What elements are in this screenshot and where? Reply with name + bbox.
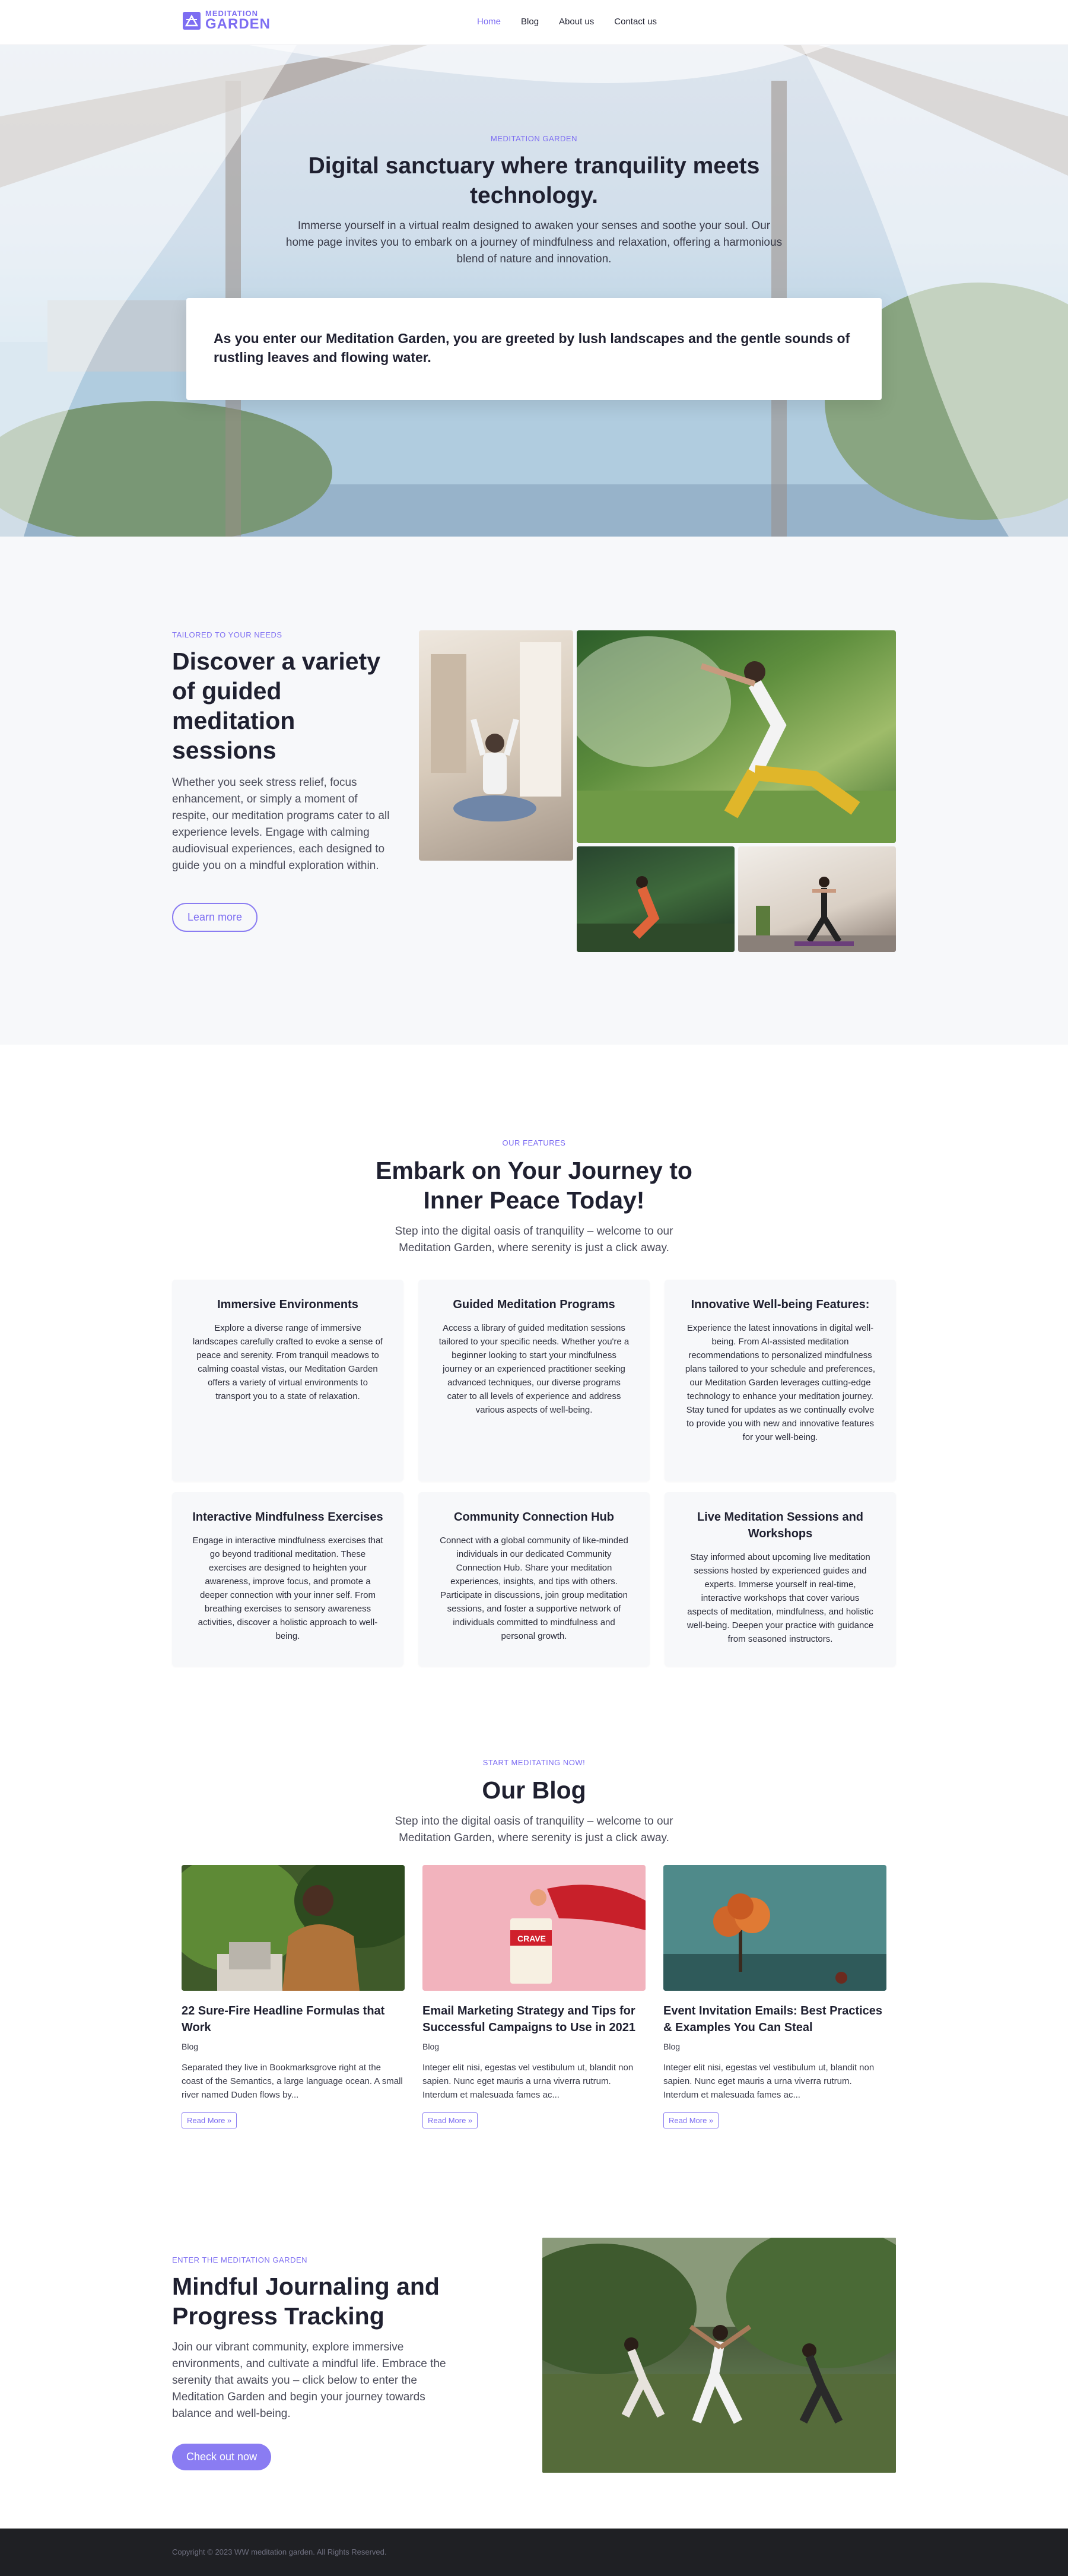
feature-card: Community Connection Hub Connect with a … — [418, 1492, 650, 1667]
blog-card-excerpt: Separated they live in Bookmarksgrove ri… — [182, 2063, 403, 2100]
feature-card-title: Innovative Well-being Features: — [691, 1298, 870, 1311]
blog-card: 22 Sure-Fire Headline Formulas that Work… — [182, 1865, 405, 2128]
blog-card-image[interactable]: CRAVE — [422, 1865, 646, 1991]
blog-card-image[interactable] — [182, 1865, 405, 1991]
features-header: OUR FEATURES Embark on Your Journey to I… — [0, 1138, 1068, 1257]
blog-card-excerpt: Integer elit nisi, egestas vel vestibulu… — [422, 2063, 634, 2100]
journaling-body: Join our vibrant community, explore imme… — [172, 2341, 446, 2420]
feature-card-body: Engage in interactive mindfulness exerci… — [192, 1536, 383, 1641]
sessions-text: TAILORED TO YOUR NEEDS Discover a variet… — [172, 630, 398, 932]
hero-text: MEDITATION GARDEN Digital sanctuary wher… — [0, 134, 1068, 268]
top-navigation: MEDITATION GARDEN Home Blog About us Con… — [0, 0, 1068, 45]
site-logo[interactable]: MEDITATION GARDEN — [183, 9, 271, 31]
blog-card-category[interactable]: Blog — [663, 2042, 886, 2051]
group-yoga-photo — [542, 2238, 896, 2473]
journaling-section: ENTER THE MEDITATION GARDEN Mindful Jour… — [0, 2137, 1068, 2529]
feature-card-title: Immersive Environments — [217, 1298, 358, 1311]
feature-card-title: Guided Meditation Programs — [453, 1298, 615, 1311]
blog-card-title[interactable]: Email Marketing Strategy and Tips for Su… — [422, 2003, 646, 2036]
sessions-body: Whether you seek stress relief, focus en… — [172, 776, 390, 872]
read-more-button[interactable]: Read More » — [422, 2112, 478, 2128]
blog-section: START MEDITATING NOW! Our Blog Step into… — [0, 1698, 1068, 2137]
blog-header: START MEDITATING NOW! Our Blog Step into… — [0, 1758, 1068, 1847]
feature-card-title: Interactive Mindfulness Exercises — [192, 1511, 383, 1524]
hero-card: As you enter our Meditation Garden, you … — [186, 298, 882, 400]
hero-card-text: As you enter our Meditation Garden, you … — [214, 331, 850, 365]
lotus-logo-icon — [183, 11, 201, 30]
package-label: CRAVE — [517, 1934, 546, 1943]
photo-forest-pose — [577, 846, 735, 952]
blog-card: CRAVE Email Marketing Strategy and Tips … — [422, 1865, 646, 2128]
feature-card: Interactive Mindfulness Exercises Engage… — [172, 1492, 403, 1667]
seated-person-image — [431, 642, 561, 821]
nav-link-blog[interactable]: Blog — [521, 17, 539, 27]
feature-card-title: Live Meditation Sessions and Workshops — [697, 1511, 864, 1540]
main-menu: Home Blog About us Contact us — [477, 17, 657, 27]
nav-link-about-us[interactable]: About us — [559, 17, 594, 27]
nav-link-contact-us[interactable]: Contact us — [614, 17, 657, 27]
read-more-button[interactable]: Read More » — [663, 2112, 719, 2128]
forest-pose-image — [577, 876, 735, 952]
feature-card-body: Experience the latest innovations in dig… — [685, 1323, 876, 1442]
man-with-laptop-image — [182, 1865, 405, 1991]
feature-card: Live Meditation Sessions and Workshops S… — [665, 1492, 896, 1667]
hero-subtitle: Immerse yourself in a virtual realm desi… — [285, 220, 783, 265]
features-subtitle: Step into the digital oasis of tranquili… — [395, 1225, 673, 1254]
blog-card: Event Invitation Emails: Best Practices … — [663, 1865, 886, 2128]
feature-card-body: Access a library of guided meditation se… — [438, 1323, 630, 1415]
hero-eyebrow: MEDITATION GARDEN — [491, 134, 577, 143]
hero-title: Digital sanctuary where tranquility meet… — [308, 153, 760, 208]
features-title: Embark on Your Journey to Inner Peace To… — [376, 1157, 692, 1214]
feature-card: Innovative Well-being Features: Experien… — [665, 1280, 896, 1481]
blog-card-title[interactable]: 22 Sure-Fire Headline Formulas that Work — [182, 2003, 405, 2036]
features-section: OUR FEATURES Embark on Your Journey to I… — [0, 1045, 1068, 1698]
feature-card: Immersive Environments Explore a diverse… — [172, 1280, 403, 1481]
blog-eyebrow: START MEDITATING NOW! — [482, 1758, 586, 1767]
feature-card-body: Explore a diverse range of immersive lan… — [192, 1323, 383, 1401]
feature-card: Guided Meditation Programs Access a libr… — [418, 1280, 650, 1481]
blog-card-category[interactable]: Blog — [182, 2042, 405, 2051]
check-out-now-button[interactable]: Check out now — [172, 2444, 272, 2470]
photo-indoor-pose — [738, 846, 896, 952]
outdoor-yoga-image — [577, 636, 896, 843]
feature-card-body: Stay informed about upcoming live medita… — [686, 1552, 874, 1644]
site-footer: Copyright © 2023 WW meditation garden. A… — [0, 2529, 1068, 2576]
journaling-text: ENTER THE MEDITATION GARDEN Mindful Jour… — [172, 2255, 463, 2470]
orange-tree-image — [663, 1865, 886, 1991]
hero-section: MEDITATION GARDEN Digital sanctuary wher… — [0, 45, 1068, 537]
sessions-eyebrow: TAILORED TO YOUR NEEDS — [172, 630, 282, 639]
learn-more-button[interactable]: Learn more — [172, 903, 258, 932]
blog-card-excerpt: Integer elit nisi, egestas vel vestibulu… — [663, 2063, 875, 2100]
indoor-pose-image — [738, 877, 896, 952]
photo-outdoor-yoga — [577, 630, 896, 843]
blog-card-image[interactable] — [663, 1865, 886, 1991]
logo-wordmark: MEDITATION GARDEN — [205, 9, 271, 31]
read-more-button[interactable]: Read More » — [182, 2112, 237, 2128]
blog-card-title[interactable]: Event Invitation Emails: Best Practices … — [663, 2003, 886, 2036]
sessions-title: Discover a variety of guided meditation … — [172, 648, 381, 764]
snack-package-image: CRAVE — [422, 1865, 646, 1991]
sessions-section: TAILORED TO YOUR NEEDS Discover a variet… — [0, 537, 1068, 1045]
blog-card-category[interactable]: Blog — [422, 2042, 646, 2051]
feature-card-body: Connect with a global community of like-… — [440, 1536, 628, 1641]
nav-link-home[interactable]: Home — [477, 17, 501, 27]
features-eyebrow: OUR FEATURES — [502, 1138, 566, 1147]
blog-subtitle: Step into the digital oasis of tranquili… — [395, 1815, 673, 1844]
logo-line-2: GARDEN — [205, 16, 271, 32]
photo-seated-stretch — [419, 630, 573, 861]
journaling-title: Mindful Journaling and Progress Tracking — [172, 2273, 440, 2330]
hero-overlay — [0, 45, 1068, 537]
blog-title: Our Blog — [482, 1776, 586, 1804]
group-stretch-image — [542, 2238, 896, 2473]
journaling-eyebrow: ENTER THE MEDITATION GARDEN — [172, 2255, 308, 2264]
feature-card-title: Community Connection Hub — [454, 1511, 614, 1524]
copyright-text: Copyright © 2023 WW meditation garden. A… — [172, 2548, 387, 2556]
